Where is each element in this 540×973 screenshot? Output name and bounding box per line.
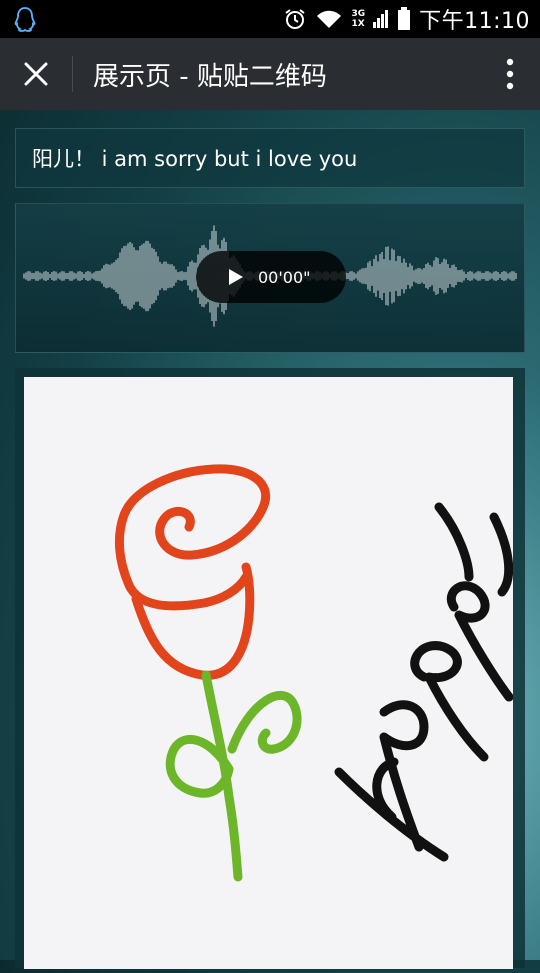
close-button[interactable] [0,38,72,110]
message-card: 阳儿！ i am sorry but i love you [15,128,525,188]
battery-icon [398,7,411,30]
play-icon [229,269,243,285]
title-divider [72,56,73,92]
title-bar: 展示页 - 贴贴二维码 [0,38,540,110]
alarm-icon [285,9,306,29]
close-icon [24,62,48,86]
signal-icon [373,10,389,28]
audio-duration: 00'00" [258,267,311,287]
qq-penguin-icon [14,7,36,32]
status-time: 下午11:10 [419,9,530,34]
status-right: 3G 1X 下午11:10 [283,3,530,35]
status-bar: 3G 1X 下午11:10 [0,0,540,38]
hand-drawing [24,377,514,969]
page-title: 展示页 - 贴贴二维码 [93,61,327,92]
network-type-top: 3G [351,9,366,19]
audio-play-button[interactable]: 00'00" [196,251,346,303]
message-text: 阳儿！ i am sorry but i love you [32,147,358,171]
network-type-labels: 3G 1X [351,9,365,29]
drawing-card [15,368,525,969]
audio-card: 00'00" [15,203,525,353]
network-type-bottom: 1X [351,19,365,29]
more-options-button[interactable] [480,38,540,110]
wifi-icon [317,10,342,28]
more-vert-icon [506,58,514,90]
status-left [14,6,36,32]
